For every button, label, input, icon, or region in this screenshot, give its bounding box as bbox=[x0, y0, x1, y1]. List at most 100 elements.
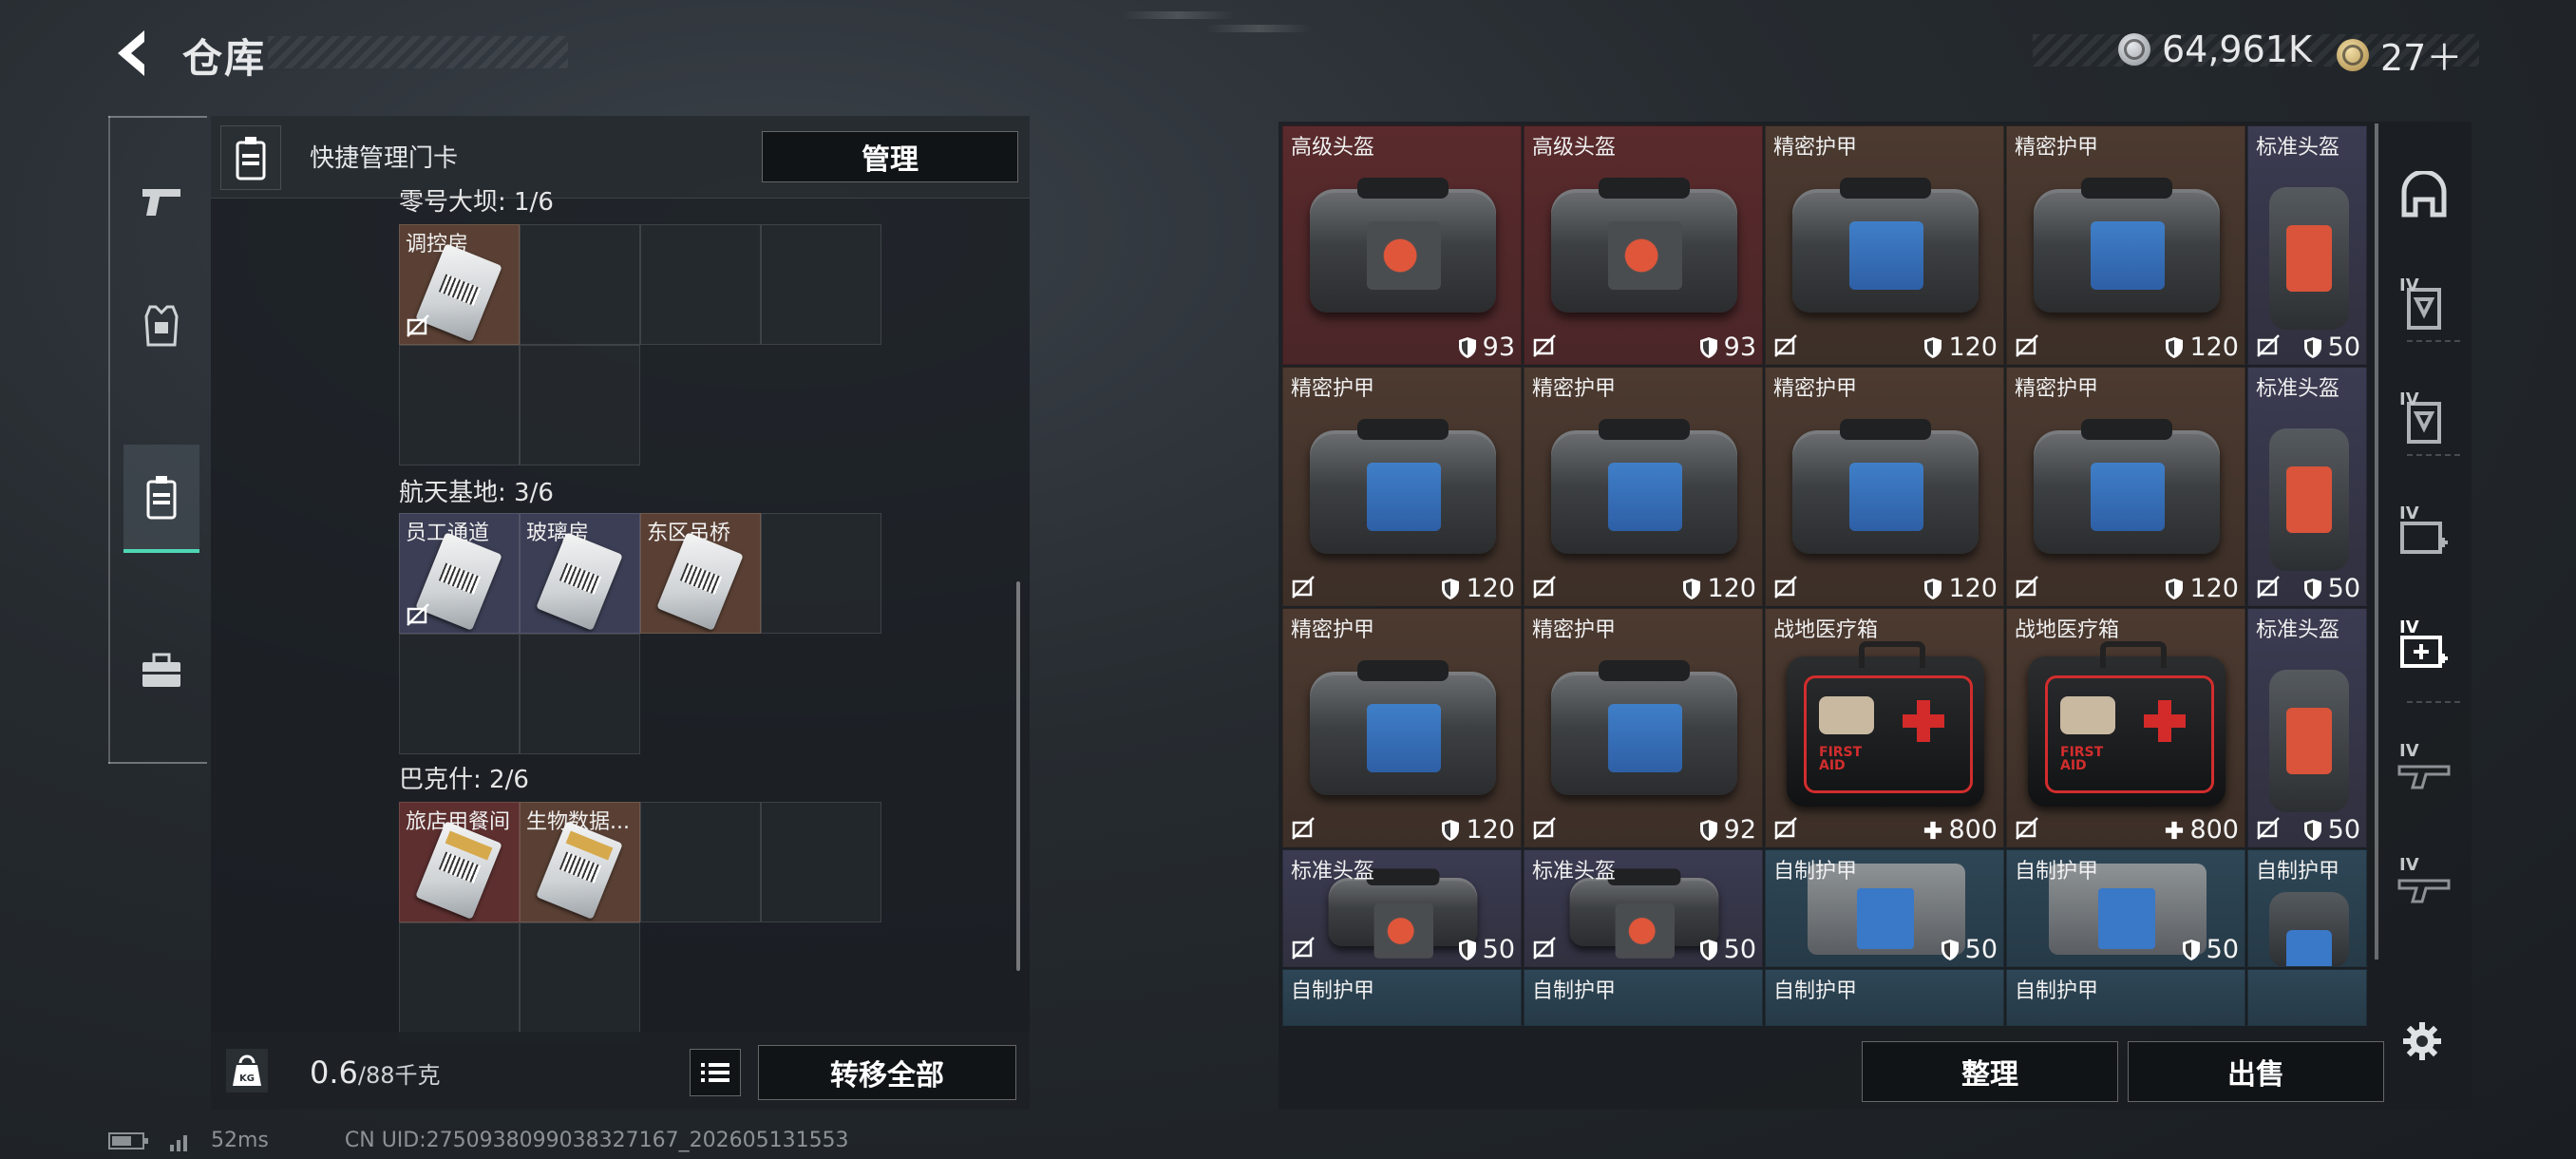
grid-gap bbox=[761, 345, 881, 466]
sort-button[interactable]: 整理 bbox=[1862, 1041, 2118, 1102]
grid-gap bbox=[640, 345, 761, 466]
inventory-item-slot[interactable]: 精密护甲 120 bbox=[1282, 367, 1522, 606]
inventory-item-slot[interactable]: 精密护甲 120 bbox=[1765, 367, 2004, 606]
keycard-slot[interactable]: 玻璃房 bbox=[520, 513, 640, 634]
empty-keycard-slot[interactable] bbox=[520, 634, 640, 754]
rail-item-weapons[interactable] bbox=[123, 150, 199, 255]
empty-keycard-slot[interactable] bbox=[399, 345, 520, 466]
inventory-grid: 高级头盔 93 高级头盔 93 精密护甲 120 精密护甲 120 标准头盔 50 精密护甲 120 精… bbox=[1282, 125, 2367, 1026]
tier-tag: IV bbox=[2399, 741, 2419, 761]
tier-tag: IV bbox=[2399, 855, 2419, 875]
helmet-bag-art bbox=[1328, 868, 1478, 959]
settings-button[interactable] bbox=[2401, 1020, 2443, 1062]
inventory-scrollbar[interactable] bbox=[2375, 124, 2378, 960]
empty-keycard-slot[interactable] bbox=[761, 224, 881, 345]
keycard-slot[interactable]: 旅店用餐间 bbox=[399, 802, 520, 922]
inventory-item-slot[interactable]: 精密护甲 120 bbox=[1524, 367, 1763, 606]
inventory-item-slot[interactable]: 自制护甲 50 bbox=[2006, 849, 2245, 967]
inventory-item-slot[interactable]: 标准头盔 50 bbox=[1524, 849, 1763, 967]
inventory-item-slot[interactable]: 高级头盔 93 bbox=[1282, 125, 1522, 365]
inventory-item-slot[interactable]: 战地医疗箱 FIRST AID 800 bbox=[1765, 608, 2004, 847]
transfer-all-button[interactable]: 转移全部 bbox=[758, 1045, 1016, 1100]
inventory-item-slot[interactable]: 自制护甲 bbox=[1524, 969, 1763, 1026]
item-durability: 800 bbox=[2165, 815, 2239, 845]
filter-weapon-2[interactable]: IV bbox=[2388, 836, 2460, 940]
rail-item-supplies[interactable] bbox=[123, 619, 199, 724]
item-name: 标准头盔 bbox=[2256, 377, 2340, 401]
armor-shield-icon bbox=[1458, 939, 1476, 960]
no-lock-icon bbox=[1292, 937, 1315, 960]
filter-medkit-1[interactable]: IV bbox=[2388, 484, 2460, 589]
empty-keycard-slot[interactable] bbox=[520, 345, 640, 466]
armor-bag-art bbox=[1551, 660, 1737, 795]
keycard-slot[interactable]: 东区吊桥 bbox=[640, 513, 761, 634]
inventory-item-slot[interactable]: 标准头盔 50 bbox=[2247, 608, 2367, 847]
inventory-item-slot[interactable]: 自制护甲 bbox=[2247, 849, 2367, 967]
keycard-scrollbar[interactable] bbox=[1016, 581, 1020, 971]
item-durability: 50 bbox=[1941, 935, 1998, 964]
empty-keycard-slot[interactable] bbox=[520, 224, 640, 345]
empty-keycard-slot[interactable] bbox=[399, 634, 520, 754]
kettlebell-icon: KG bbox=[233, 1054, 261, 1086]
inventory-item-slot[interactable]: 精密护甲 120 bbox=[2006, 125, 2245, 365]
armor-bag-art bbox=[1792, 178, 1979, 313]
manage-button[interactable]: 管理 bbox=[762, 131, 1018, 182]
inventory-item-slot[interactable]: 精密护甲 120 bbox=[2006, 367, 2245, 606]
filter-medkit-2[interactable]: IV bbox=[2388, 598, 2460, 703]
keycard-label: 调控房 bbox=[406, 233, 469, 256]
no-lock-icon bbox=[1774, 817, 1797, 840]
inventory-item-slot[interactable]: 战地医疗箱 FIRST AID 800 bbox=[2006, 608, 2245, 847]
filter-armor-2[interactable]: IV bbox=[2388, 370, 2460, 475]
inventory-item-slot[interactable]: 精密护甲 120 bbox=[1282, 608, 1522, 847]
ceiling-light bbox=[1121, 11, 1235, 19]
no-lock-icon bbox=[1292, 817, 1315, 840]
armor-shield-icon bbox=[1699, 336, 1717, 358]
sell-button[interactable]: 出售 bbox=[2128, 1041, 2384, 1102]
rail-item-equipment[interactable] bbox=[123, 274, 199, 378]
armor-bag-art bbox=[1551, 419, 1737, 554]
item-stat-value: 120 bbox=[1948, 332, 1998, 362]
currency-silver[interactable]: 64,961K bbox=[2118, 28, 2312, 70]
inventory-item-slot[interactable]: 自制护甲 bbox=[1765, 969, 2004, 1026]
keycard-image bbox=[415, 821, 502, 920]
item-durability: 800 bbox=[1923, 815, 1998, 845]
item-stat-value: 50 bbox=[2327, 815, 2360, 845]
keycard-slot[interactable]: 调控房 bbox=[399, 224, 520, 345]
filter-armor-1[interactable]: IV bbox=[2388, 256, 2460, 361]
item-stat-value: 120 bbox=[1466, 574, 1515, 603]
inventory-item-slot[interactable]: 自制护甲 bbox=[2006, 969, 2245, 1026]
currency-gold[interactable]: 27＋ bbox=[2337, 28, 2462, 81]
inventory-item-slot[interactable]: 自制护甲 bbox=[1282, 969, 1522, 1026]
battery-icon bbox=[108, 1131, 148, 1150]
inventory-item-slot[interactable]: 标准头盔 50 bbox=[2247, 367, 2367, 606]
inventory-item-slot[interactable]: 自制护甲 50 bbox=[1765, 849, 2004, 967]
item-stat-value: 93 bbox=[1723, 332, 1756, 362]
list-view-button[interactable] bbox=[690, 1049, 741, 1096]
vest-icon bbox=[144, 305, 179, 347]
item-durability: 50 bbox=[2303, 332, 2360, 362]
empty-keycard-slot[interactable] bbox=[640, 802, 761, 922]
keycard-slot[interactable]: 生物数据... bbox=[520, 802, 640, 922]
keycard-slot[interactable]: 员工通道 bbox=[399, 513, 520, 634]
no-lock-icon bbox=[2257, 817, 2280, 840]
inventory-item-slot[interactable] bbox=[2247, 969, 2367, 1026]
page-title: 仓库 bbox=[182, 35, 267, 82]
keycard-image bbox=[536, 532, 623, 631]
inventory-item-slot[interactable]: 精密护甲 120 bbox=[1765, 125, 2004, 365]
inventory-item-slot[interactable]: 标准头盔 50 bbox=[1282, 849, 1522, 967]
inventory-item-slot[interactable]: 标准头盔 50 bbox=[2247, 125, 2367, 365]
empty-keycard-slot[interactable] bbox=[761, 802, 881, 922]
empty-keycard-slot[interactable] bbox=[761, 513, 881, 634]
filter-helmet[interactable] bbox=[2388, 142, 2460, 247]
filter-weapon-1[interactable]: IV bbox=[2388, 722, 2460, 826]
item-stat-value: 50 bbox=[1482, 935, 1515, 964]
inventory-item-slot[interactable]: 精密护甲 92 bbox=[1524, 608, 1763, 847]
empty-keycard-slot[interactable] bbox=[640, 224, 761, 345]
weight-max: /88千克 bbox=[357, 1062, 441, 1089]
empty-keycard-slot[interactable] bbox=[520, 922, 640, 1043]
item-name: 精密护甲 bbox=[2015, 377, 2099, 401]
rail-item-keycards[interactable] bbox=[123, 445, 199, 553]
empty-keycard-slot[interactable] bbox=[399, 922, 520, 1043]
inventory-item-slot[interactable]: 高级头盔 93 bbox=[1524, 125, 1763, 365]
back-button[interactable] bbox=[106, 25, 156, 82]
